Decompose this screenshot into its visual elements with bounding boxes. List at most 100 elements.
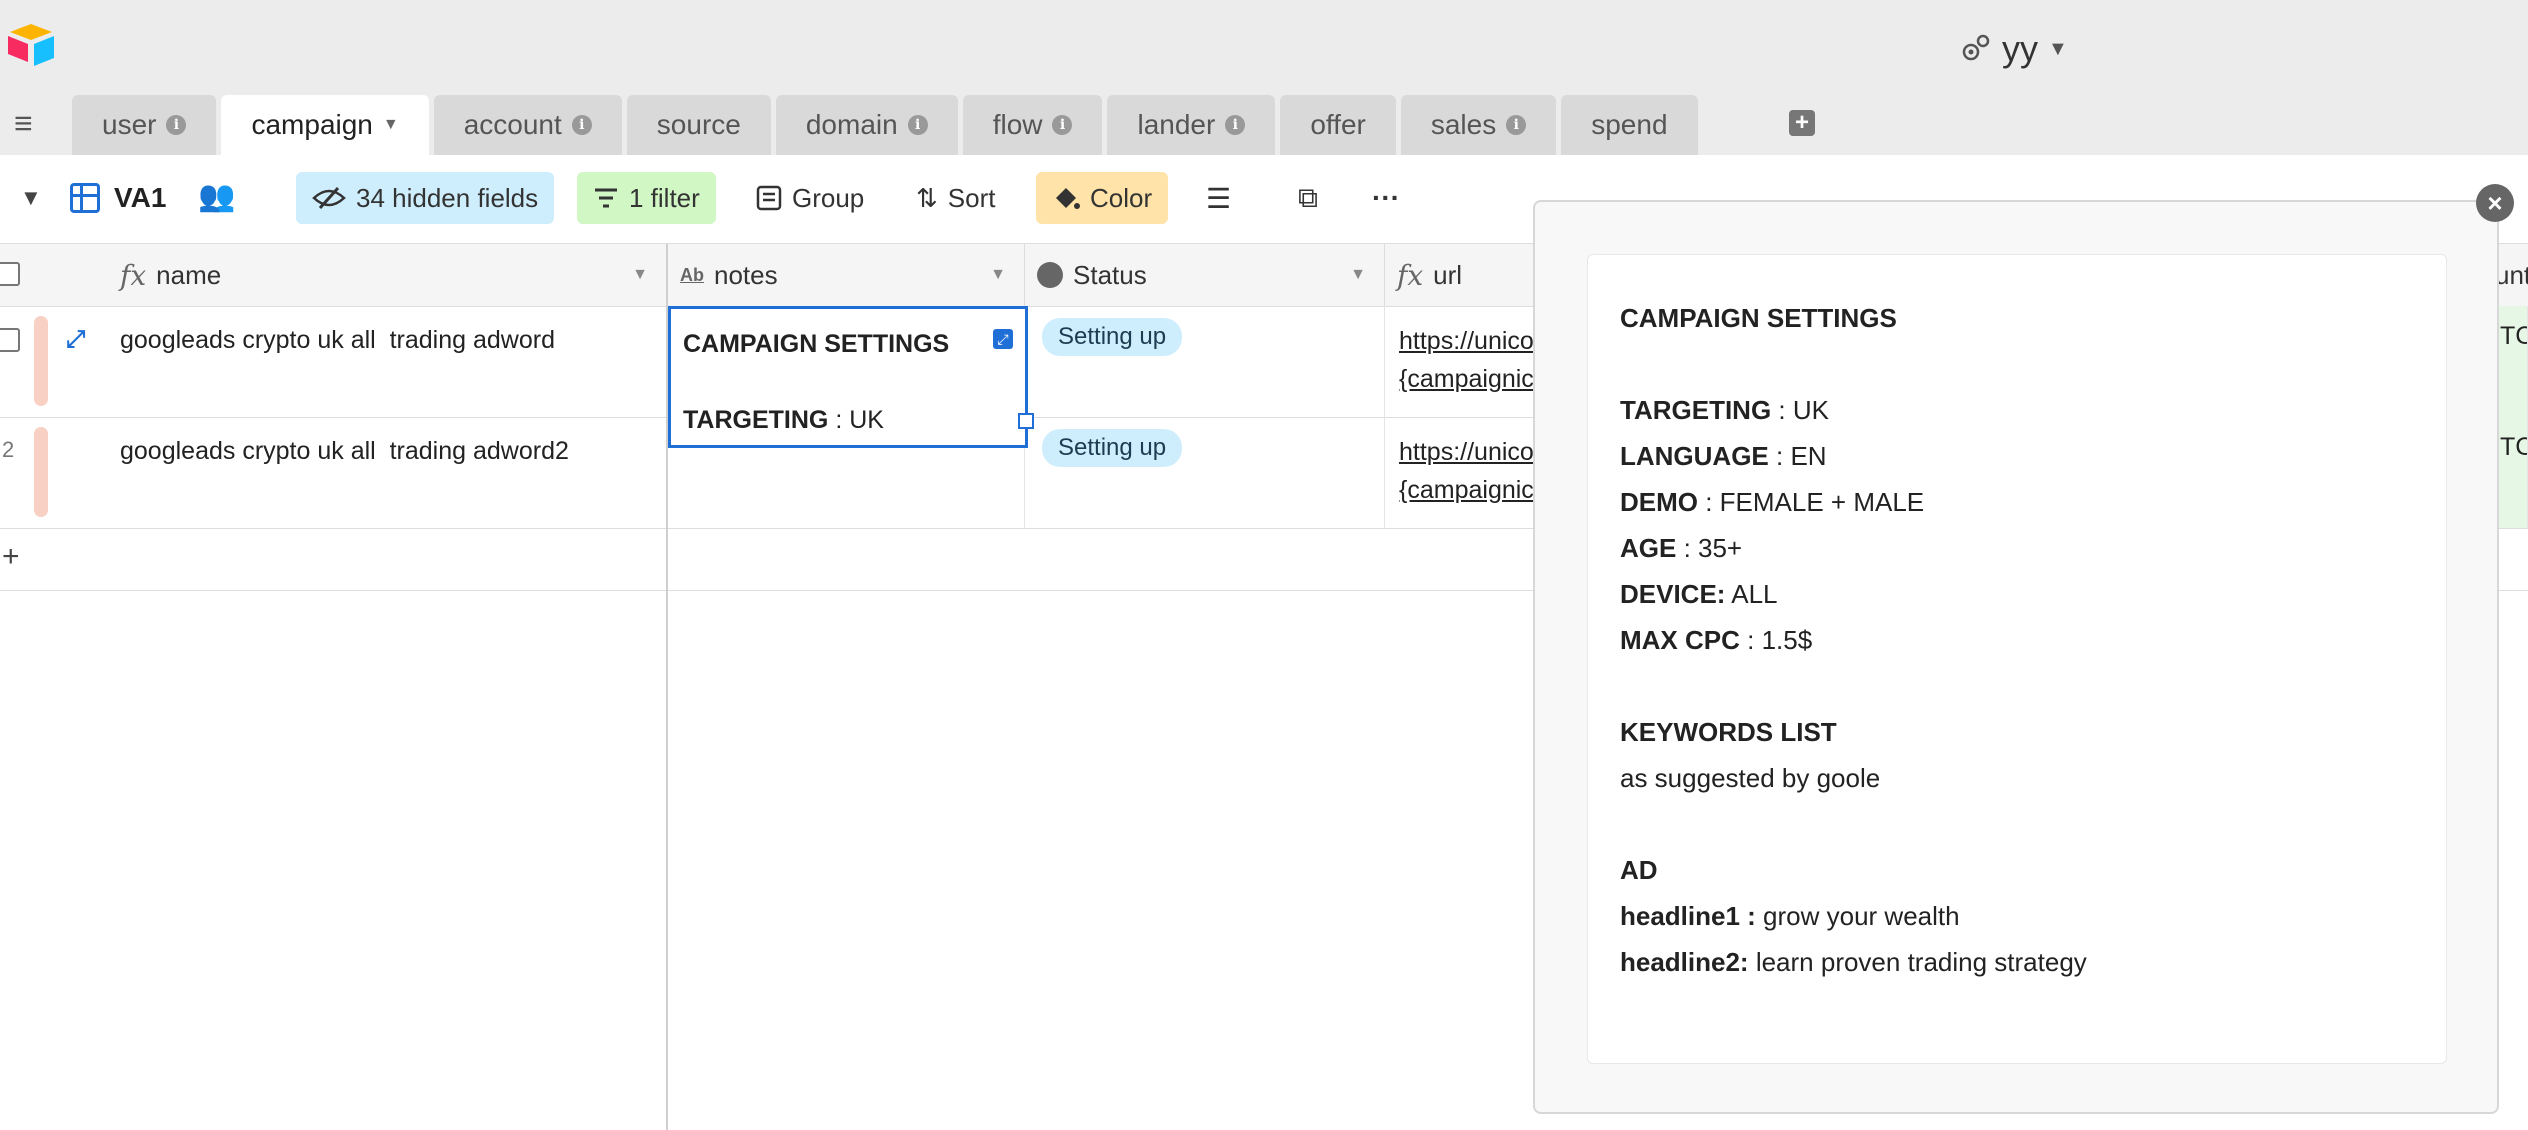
tab-label: user (102, 109, 157, 140)
tab-user[interactable]: user i (72, 95, 217, 155)
status-cell[interactable]: Setting up (1028, 306, 1385, 417)
language-label: LANGUAGE (1620, 441, 1769, 471)
paint-bucket-icon (1056, 188, 1080, 209)
name-cell[interactable]: googleads crypto uk all trading adword (120, 326, 555, 355)
tab-label: lander (1137, 109, 1216, 140)
age-value: : 35+ (1676, 533, 1743, 563)
close-icon[interactable]: × (2476, 184, 2514, 222)
notes-cell-selected[interactable]: CAMPAIGN SETTINGS TARGETING : UK ⤢ (668, 306, 1034, 448)
targeting-value: : UK (1771, 395, 1829, 425)
external-link-icon: ⧉ (1298, 181, 1318, 213)
tab-label: campaign (251, 109, 373, 140)
max-cpc-label: MAX CPC (1620, 625, 1740, 655)
row-height-button[interactable]: ☰ (1190, 172, 1247, 224)
grid-view-icon (70, 183, 100, 213)
column-label: name (156, 259, 222, 290)
tab-flow[interactable]: flow i (962, 95, 1103, 155)
headline2-label: headline2: (1620, 947, 1749, 977)
targeting-label: TARGETING (1620, 395, 1772, 425)
tab-spend[interactable]: spend (1561, 95, 1698, 155)
headline2-value: learn proven trading strategy (1748, 947, 2087, 977)
tab-label: flow (992, 109, 1043, 140)
hamburger-menu-icon[interactable]: ≡ (14, 107, 33, 139)
headline1-value: grow your wealth (1755, 901, 1960, 931)
demo-value: : FEMALE + MALE (1698, 487, 1925, 517)
formula-icon: fx (1397, 258, 1424, 292)
single-select-icon (1037, 262, 1063, 288)
notes-blank (683, 363, 1013, 401)
tab-domain[interactable]: domain i (775, 95, 958, 155)
max-cpc-value: : 1.5$ (1739, 625, 1813, 655)
color-button[interactable]: Color (1036, 172, 1169, 224)
group-button[interactable]: Group (740, 172, 880, 224)
view-switcher[interactable]: VA1 (70, 182, 166, 214)
long-text-editor[interactable]: CAMPAIGN SETTINGS TARGETING : UK LANGUAG… (1587, 254, 2447, 1064)
tab-offer[interactable]: offer (1280, 95, 1396, 155)
share-view-button[interactable]: ⧉ (1282, 172, 1334, 224)
column-header-status[interactable]: Status ▼ (1025, 244, 1385, 306)
view-name: VA1 (114, 182, 167, 213)
column-label: Status (1073, 259, 1147, 290)
chevron-down-icon[interactable]: ▼ (1350, 266, 1366, 284)
info-icon[interactable]: i (907, 115, 928, 135)
popup-title: CAMPAIGN SETTINGS (1620, 303, 1897, 333)
row-primary: 2 googleads crypto uk all trading adword… (0, 417, 668, 528)
expand-cell-icon[interactable]: ⤢ (993, 329, 1013, 349)
info-icon[interactable]: i (1052, 115, 1073, 135)
column-header-name[interactable]: fx name ▼ (0, 244, 668, 306)
chevron-down-icon[interactable]: ▼ (383, 116, 399, 134)
url-link[interactable]: https://unico {campaignic (1385, 417, 1534, 509)
hidden-fields-button[interactable]: 34 hidden fields (296, 172, 555, 224)
add-record-icon[interactable]: + (2, 540, 20, 574)
fill-handle[interactable] (1018, 413, 1034, 429)
column-header-url[interactable]: fx url (1385, 244, 1535, 306)
info-icon[interactable]: i (166, 115, 187, 135)
tab-source[interactable]: source (626, 95, 771, 155)
filter-icon (595, 188, 617, 208)
url-line-1: https://unico (1399, 327, 1534, 355)
collaborators-icon[interactable]: 👥 (198, 179, 235, 214)
account-menu[interactable]: yy ▼ (1958, 24, 2068, 74)
name-cell[interactable]: googleads crypto uk all trading adword2 (120, 437, 569, 466)
tab-label: account (463, 109, 562, 140)
status-cell[interactable]: Setting up (1025, 417, 1385, 528)
sort-button[interactable]: ⇅ Sort (900, 172, 1011, 224)
chevron-down-icon[interactable]: ▼ (632, 266, 648, 284)
chevron-down-icon: ▼ (2048, 37, 2068, 60)
url-link[interactable]: https://unico {campaignic (1385, 306, 1534, 398)
collapse-sidebar-icon[interactable]: ▼ (20, 185, 42, 211)
row-primary: ⤢ googleads crypto uk all trading adword (0, 306, 668, 417)
age-label: AGE (1620, 533, 1677, 563)
expand-record-icon[interactable]: ⤢ (66, 326, 85, 354)
filter-button[interactable]: 1 filter (577, 172, 716, 224)
row-color-indicator (34, 427, 48, 517)
column-label: notes (714, 259, 778, 290)
column-header-notes[interactable]: Ab notes ▼ (668, 244, 1025, 306)
info-icon[interactable]: i (1506, 115, 1527, 135)
chevron-down-icon[interactable]: ▼ (990, 266, 1006, 284)
tab-label: sales (1430, 109, 1497, 140)
airtable-logo-icon[interactable] (6, 22, 56, 68)
tab-label: offer (1310, 109, 1366, 140)
keywords-value: as suggested by goole (1620, 763, 1881, 793)
row-checkbox[interactable] (0, 328, 20, 352)
view-toolbar: ▼ VA1 👥 34 hidden fields 1 filter Group … (0, 155, 1530, 243)
info-icon[interactable]: i (571, 115, 592, 135)
url-cell[interactable]: https://unico {campaignic (1385, 306, 1535, 417)
notes-content: CAMPAIGN SETTINGS TARGETING : UK (671, 309, 1025, 455)
tab-campaign[interactable]: campaign ▼ (221, 95, 429, 155)
column-header-partial[interactable]: unt (2495, 244, 2528, 306)
tab-account[interactable]: account i (433, 95, 622, 155)
url-cell[interactable]: https://unico {campaignic (1385, 417, 1535, 528)
tab-lander[interactable]: lander i (1107, 95, 1276, 155)
keywords-title: KEYWORDS LIST (1620, 717, 1837, 747)
more-options-button[interactable]: ··· (1356, 172, 1416, 224)
tab-sales[interactable]: sales i (1400, 95, 1557, 155)
more-dots-icon: ··· (1372, 182, 1400, 213)
info-icon[interactable]: i (1225, 115, 1246, 135)
tab-label: domain (805, 109, 898, 140)
column-label: url (1433, 259, 1463, 290)
add-table-button[interactable]: + (1789, 110, 1815, 136)
